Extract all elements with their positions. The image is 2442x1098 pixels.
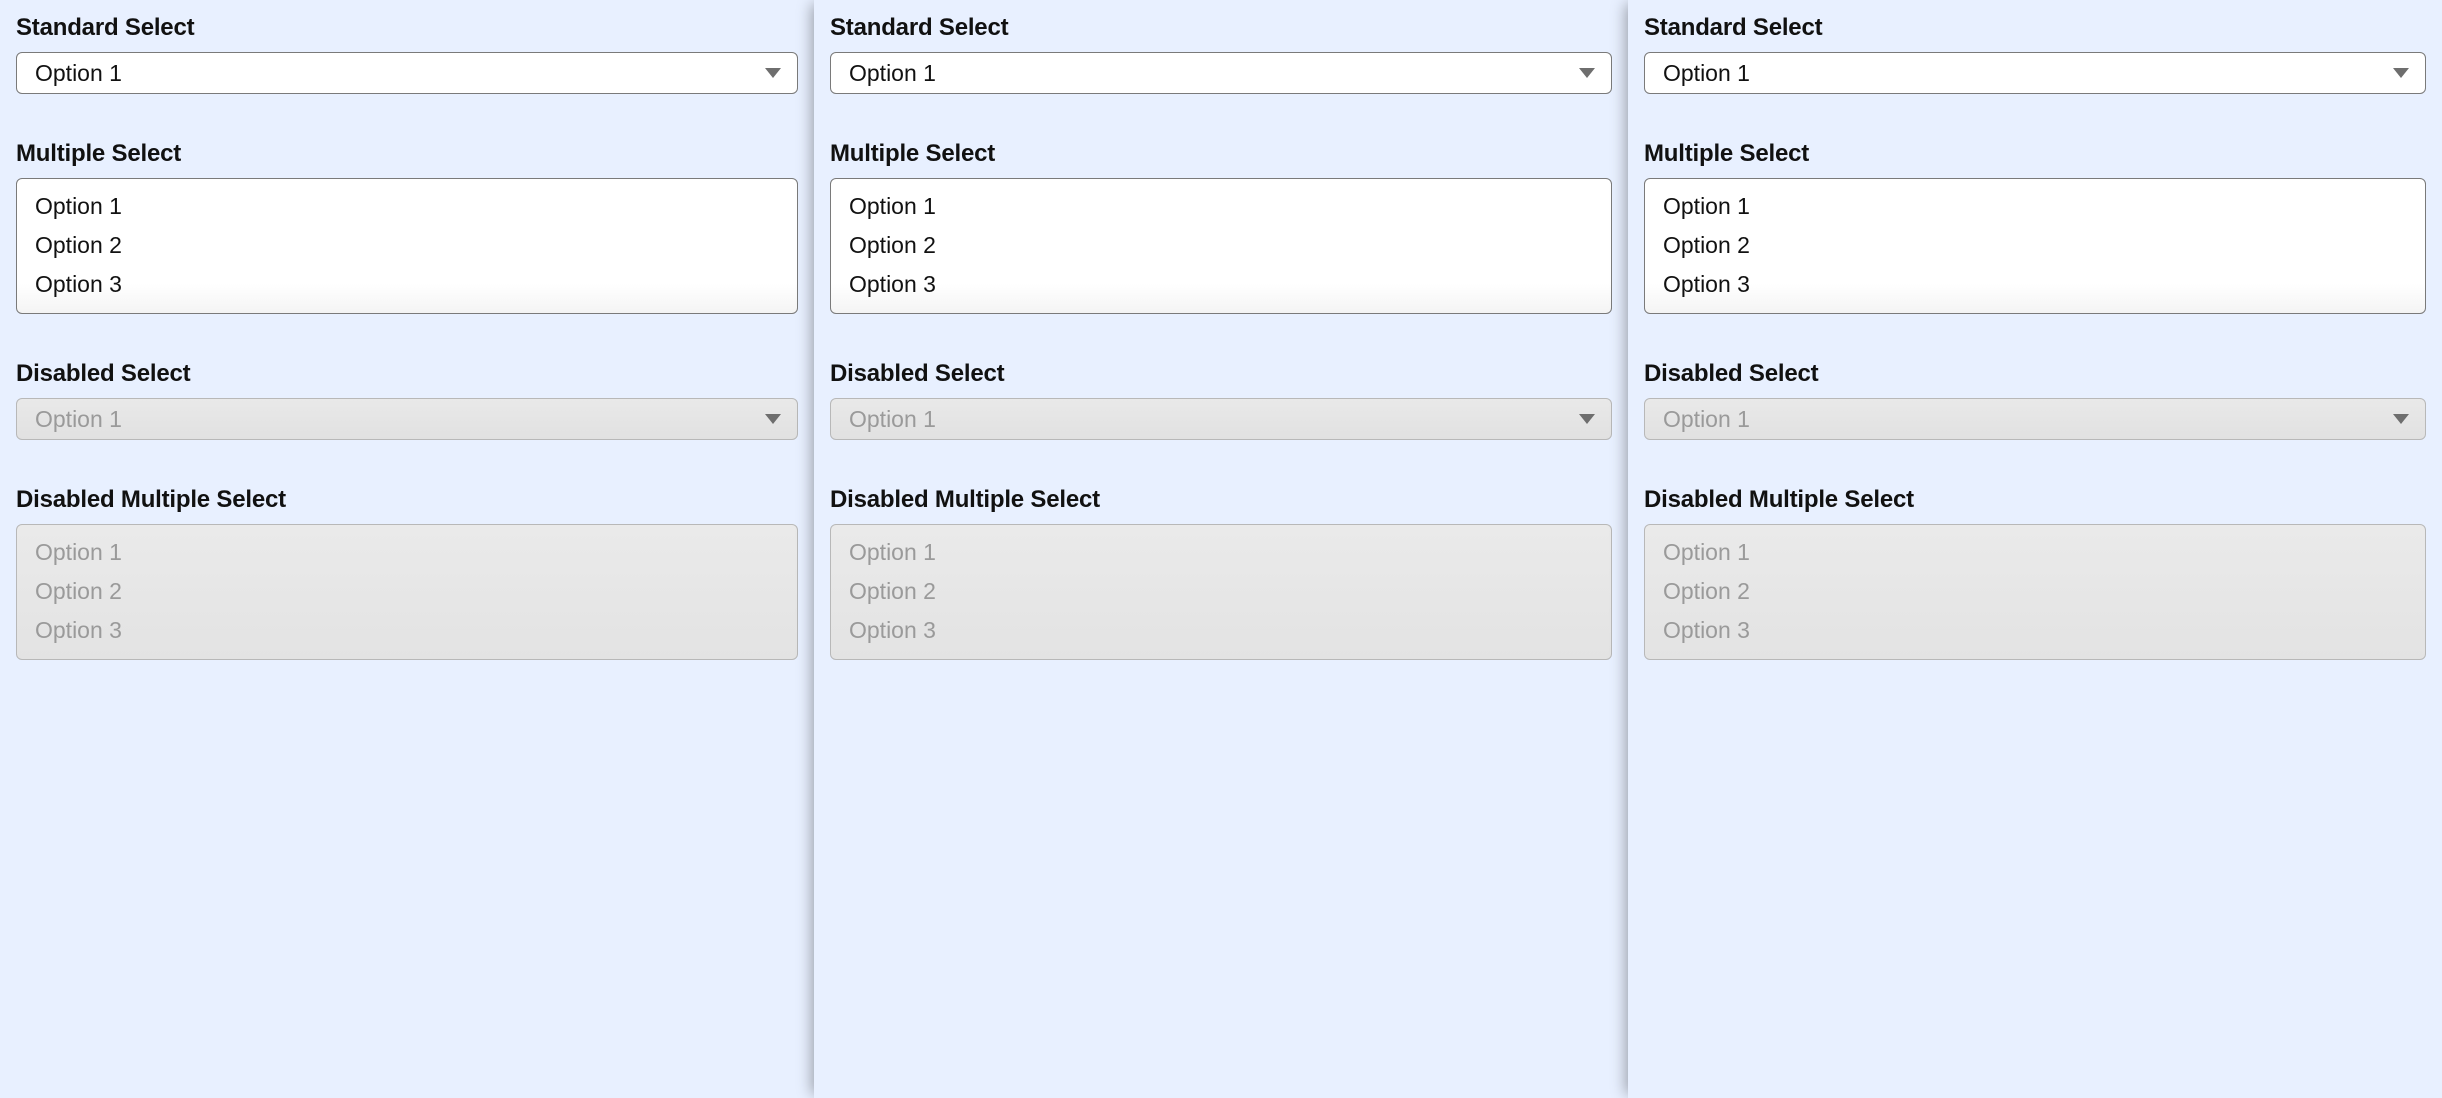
chevron-down-icon bbox=[1577, 67, 1597, 79]
standard-select-label: Standard Select bbox=[1644, 14, 2426, 42]
list-item[interactable]: Option 2 bbox=[23, 226, 791, 265]
disabled-multiple-select-group: Disabled Multiple Select Option 1 Option… bbox=[16, 486, 798, 660]
list-item: Option 1 bbox=[23, 533, 791, 572]
standard-select-label: Standard Select bbox=[830, 14, 1612, 42]
standard-select-value: Option 1 bbox=[35, 60, 122, 87]
list-item[interactable]: Option 3 bbox=[1651, 265, 2419, 304]
column-1: Standard Select Option 1 Multiple Select… bbox=[0, 0, 814, 1098]
standard-select[interactable]: Option 1 bbox=[16, 52, 798, 94]
column-3: Standard Select Option 1 Multiple Select… bbox=[1628, 0, 2442, 1098]
list-item[interactable]: Option 1 bbox=[23, 187, 791, 226]
list-item[interactable]: Option 2 bbox=[1651, 226, 2419, 265]
list-item[interactable]: Option 3 bbox=[23, 265, 791, 304]
standard-select-group: Standard Select Option 1 bbox=[1644, 14, 2426, 94]
multiple-select-group: Multiple Select Option 1 Option 2 Option… bbox=[1644, 140, 2426, 314]
multiple-select-group: Multiple Select Option 1 Option 2 Option… bbox=[16, 140, 798, 314]
standard-select[interactable]: Option 1 bbox=[830, 52, 1612, 94]
disabled-multiple-select: Option 1 Option 2 Option 3 bbox=[830, 524, 1612, 660]
multiple-select[interactable]: Option 1 Option 2 Option 3 bbox=[1644, 178, 2426, 314]
list-item[interactable]: Option 1 bbox=[837, 187, 1605, 226]
chevron-down-icon bbox=[763, 413, 783, 425]
disabled-select-value: Option 1 bbox=[1663, 406, 1750, 433]
multiple-select[interactable]: Option 1 Option 2 Option 3 bbox=[830, 178, 1612, 314]
standard-select-group: Standard Select Option 1 bbox=[830, 14, 1612, 94]
disabled-select: Option 1 bbox=[1644, 398, 2426, 440]
disabled-select-group: Disabled Select Option 1 bbox=[1644, 360, 2426, 440]
disabled-select-value: Option 1 bbox=[35, 406, 122, 433]
list-item: Option 3 bbox=[23, 611, 791, 650]
disabled-select-value: Option 1 bbox=[849, 406, 936, 433]
list-item: Option 1 bbox=[1651, 533, 2419, 572]
disabled-multiple-select: Option 1 Option 2 Option 3 bbox=[1644, 524, 2426, 660]
multiple-select-label: Multiple Select bbox=[1644, 140, 2426, 168]
list-item[interactable]: Option 2 bbox=[837, 226, 1605, 265]
disabled-select: Option 1 bbox=[830, 398, 1612, 440]
disabled-multiple-select-label: Disabled Multiple Select bbox=[16, 486, 798, 514]
list-item: Option 2 bbox=[1651, 572, 2419, 611]
standard-select-label: Standard Select bbox=[16, 14, 798, 42]
multiple-select-group: Multiple Select Option 1 Option 2 Option… bbox=[830, 140, 1612, 314]
disabled-select: Option 1 bbox=[16, 398, 798, 440]
list-item[interactable]: Option 1 bbox=[1651, 187, 2419, 226]
list-item: Option 2 bbox=[837, 572, 1605, 611]
disabled-multiple-select-label: Disabled Multiple Select bbox=[1644, 486, 2426, 514]
standard-select[interactable]: Option 1 bbox=[1644, 52, 2426, 94]
multiple-select-label: Multiple Select bbox=[830, 140, 1612, 168]
standard-select-value: Option 1 bbox=[1663, 60, 1750, 87]
chevron-down-icon bbox=[763, 67, 783, 79]
chevron-down-icon bbox=[1577, 413, 1597, 425]
disabled-select-label: Disabled Select bbox=[16, 360, 798, 388]
disabled-multiple-select: Option 1 Option 2 Option 3 bbox=[16, 524, 798, 660]
disabled-multiple-select-group: Disabled Multiple Select Option 1 Option… bbox=[830, 486, 1612, 660]
disabled-select-label: Disabled Select bbox=[1644, 360, 2426, 388]
list-item: Option 1 bbox=[837, 533, 1605, 572]
disabled-select-label: Disabled Select bbox=[830, 360, 1612, 388]
disabled-select-group: Disabled Select Option 1 bbox=[830, 360, 1612, 440]
standard-select-group: Standard Select Option 1 bbox=[16, 14, 798, 94]
chevron-down-icon bbox=[2391, 67, 2411, 79]
list-item: Option 3 bbox=[837, 611, 1605, 650]
chevron-down-icon bbox=[2391, 413, 2411, 425]
list-item[interactable]: Option 3 bbox=[837, 265, 1605, 304]
column-2: Standard Select Option 1 Multiple Select… bbox=[814, 0, 1628, 1098]
standard-select-value: Option 1 bbox=[849, 60, 936, 87]
list-item: Option 2 bbox=[23, 572, 791, 611]
disabled-multiple-select-label: Disabled Multiple Select bbox=[830, 486, 1612, 514]
multiple-select[interactable]: Option 1 Option 2 Option 3 bbox=[16, 178, 798, 314]
list-item: Option 3 bbox=[1651, 611, 2419, 650]
disabled-multiple-select-group: Disabled Multiple Select Option 1 Option… bbox=[1644, 486, 2426, 660]
multiple-select-label: Multiple Select bbox=[16, 140, 798, 168]
disabled-select-group: Disabled Select Option 1 bbox=[16, 360, 798, 440]
